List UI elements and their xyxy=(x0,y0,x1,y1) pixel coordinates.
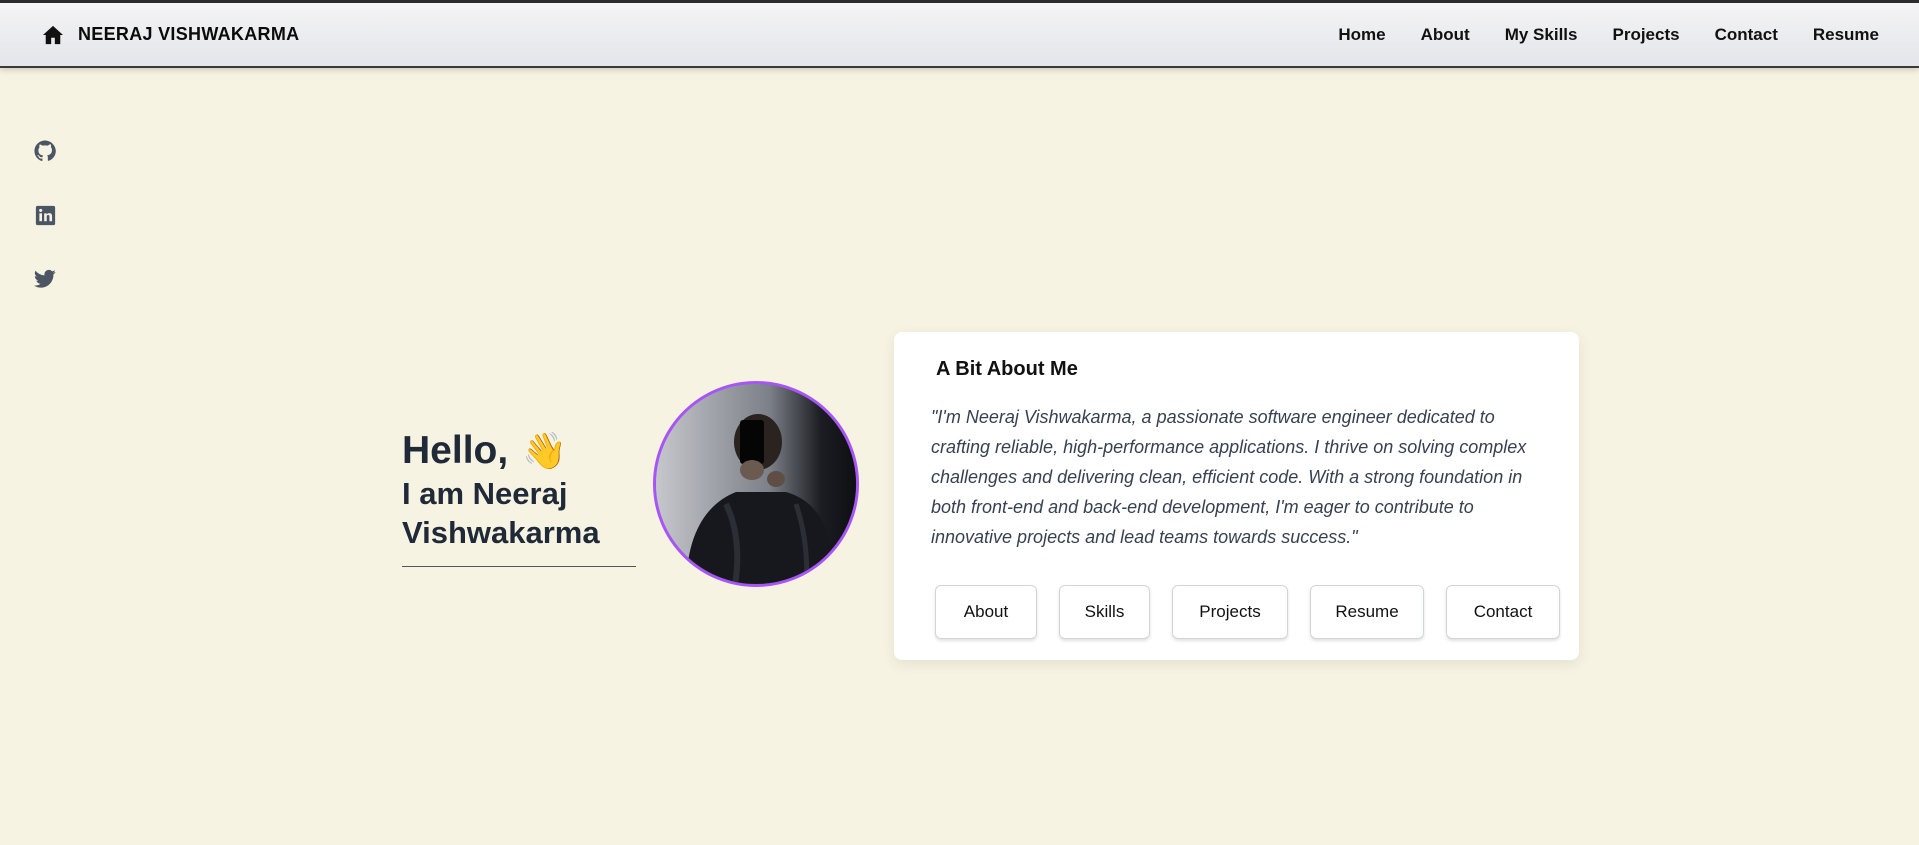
nav-link-resume[interactable]: Resume xyxy=(1813,25,1879,45)
hero-intro: Hello, 👋 I am Neeraj Vishwakarma xyxy=(402,428,636,567)
github-icon[interactable] xyxy=(32,138,58,164)
hero-name-line1: I am Neeraj xyxy=(402,476,568,511)
waving-hand-icon: 👋 xyxy=(522,430,568,471)
nav-link-home[interactable]: Home xyxy=(1338,25,1385,45)
linkedin-icon[interactable] xyxy=(32,202,58,228)
hero-divider xyxy=(402,566,636,567)
brand-link[interactable]: NEERAJ VISHWAKARMA xyxy=(42,24,299,46)
contact-button[interactable]: Contact xyxy=(1446,585,1560,639)
about-card-title: A Bit About Me xyxy=(936,358,1078,380)
nav-link-projects[interactable]: Projects xyxy=(1612,25,1679,45)
profile-avatar xyxy=(653,381,859,587)
hero-name-line2: Vishwakarma xyxy=(402,515,600,550)
social-sidebar xyxy=(32,138,58,330)
nav-link-about[interactable]: About xyxy=(1421,25,1470,45)
top-navbar: NEERAJ VISHWAKARMA Home About My Skills … xyxy=(0,0,1919,68)
hero-greeting: Hello, xyxy=(402,429,509,472)
nav-link-contact[interactable]: Contact xyxy=(1715,25,1778,45)
skills-button[interactable]: Skills xyxy=(1059,585,1150,639)
projects-button[interactable]: Projects xyxy=(1172,585,1288,639)
about-card-quote: "I'm Neeraj Vishwakarma, a passionate so… xyxy=(931,407,1527,547)
nav-links: Home About My Skills Projects Contact Re… xyxy=(1303,25,1879,45)
about-button[interactable]: About xyxy=(935,585,1037,639)
hero-greeting-line: Hello, 👋 xyxy=(402,428,636,474)
profile-photo xyxy=(656,384,856,584)
twitter-icon[interactable] xyxy=(32,266,58,292)
nav-link-my-skills[interactable]: My Skills xyxy=(1505,25,1578,45)
about-card: A Bit About Me "I'm Neeraj Vishwakarma, … xyxy=(894,332,1579,660)
about-card-buttons: About Skills Projects Resume Contact xyxy=(935,585,1560,639)
home-icon xyxy=(42,24,64,46)
resume-button[interactable]: Resume xyxy=(1310,585,1424,639)
brand-name: NEERAJ VISHWAKARMA xyxy=(78,24,300,44)
